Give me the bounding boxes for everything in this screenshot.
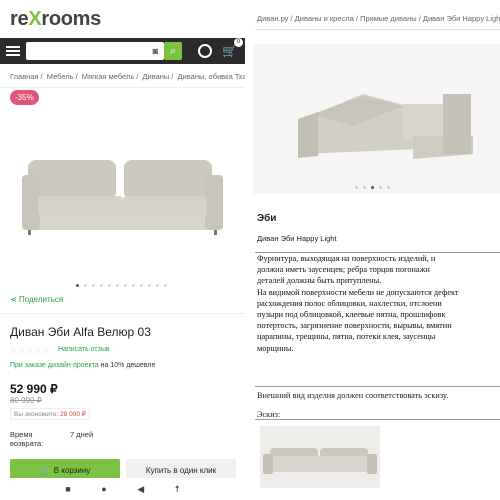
product-title: Диван Эби Alfa Велюр 03 (10, 325, 151, 339)
doc-breadcrumb: Диван.ру / Диваны и кресла / Прямые дива… (257, 14, 500, 23)
cart-count: 0 (233, 38, 243, 47)
breadcrumb-sofas[interactable]: Диваны (142, 72, 169, 81)
rexrooms-logo[interactable]: reXrooms (10, 8, 101, 31)
share-link[interactable]: ⋖ Поделиться (10, 295, 63, 304)
gallery-pager[interactable] (355, 186, 390, 189)
design-project-link[interactable]: При заказе дизайн-проекта (10, 362, 99, 369)
cart-icon[interactable]: 🛒 0 (222, 38, 243, 58)
user-icon[interactable] (198, 44, 212, 58)
appearance-note: Внешний вид изделия должен соответствова… (257, 391, 449, 400)
breadcrumb-fabric-sofas[interactable]: Диваны, обивка Ткань (177, 72, 245, 81)
image-pager-dot[interactable] (148, 284, 151, 287)
product-image[interactable] (20, 140, 225, 250)
savings-badge: Вы экономите: 28 000 ₽ (10, 408, 90, 420)
doc-title: Эби (257, 213, 277, 224)
gallery-image[interactable] (253, 44, 500, 194)
system-navbar: ■ ● ◀ ☨ (0, 478, 245, 500)
gallery-pager-dot[interactable] (355, 186, 358, 189)
image-pager-dot[interactable] (124, 284, 127, 287)
gallery-pager-dot[interactable] (379, 186, 382, 189)
image-pager-dot[interactable] (76, 284, 79, 287)
breadcrumb-soft-furniture[interactable]: Мягкая мебель (82, 72, 134, 81)
search-icon: ⌕ (169, 44, 177, 57)
write-review-link[interactable]: Написать отзыв (58, 346, 110, 353)
image-pager-dot[interactable] (84, 284, 87, 287)
design-promo: При заказе дизайн-проекта на 10% дешевле (10, 362, 156, 369)
search-button[interactable]: ⌕ (164, 42, 182, 60)
doc-subtitle: Диван Эби Happy Light (257, 234, 337, 243)
old-price: 80 990 ₽ (10, 396, 42, 405)
sketch-image (260, 426, 380, 488)
breadcrumb: Главная / Мебель / Мягкая мебель / Диваны / … (0, 64, 245, 81)
image-pager-dot[interactable] (132, 284, 135, 287)
accessibility-icon[interactable]: ☨ (175, 484, 180, 495)
doc-body: Фурнитура, выходящая на поверхность изде… (257, 254, 459, 353)
camera-icon[interactable]: ◙ (153, 46, 158, 56)
image-pager-dot[interactable] (100, 284, 103, 287)
image-pager-dot[interactable] (140, 284, 143, 287)
cart-icon: 🛒 (39, 465, 50, 475)
image-pager-dot[interactable] (92, 284, 95, 287)
stop-icon[interactable]: ■ (65, 484, 70, 494)
breadcrumb-furniture[interactable]: Мебель (47, 72, 74, 81)
sofa-angled-image (298, 94, 473, 159)
image-pager-dot[interactable] (164, 284, 167, 287)
breadcrumb-home[interactable]: Главная (10, 72, 39, 81)
return-value: 7 дней (70, 430, 94, 439)
image-pager-dot[interactable] (156, 284, 159, 287)
return-label: Время возврата: (10, 430, 44, 448)
share-icon: ⋖ (10, 295, 19, 304)
menu-icon[interactable] (6, 46, 20, 56)
mobile-product-page: reXrooms ◙ ⌕ 🛒 0 Главная / Мебель / Мягкая … (0, 0, 245, 500)
rating-stars[interactable]: ☆☆☆☆☆ (10, 346, 51, 355)
home-icon[interactable]: ● (101, 484, 106, 494)
current-price: 52 990 ₽ (10, 382, 58, 396)
search-bar: ◙ ⌕ 🛒 0 (0, 38, 245, 64)
sketch-label: Эскиз: (257, 410, 281, 419)
search-input[interactable]: ◙ (26, 42, 164, 60)
logo-bar: reXrooms (0, 0, 245, 38)
discount-badge: -35% (10, 90, 39, 105)
document-pane: Диван.ру / Диваны и кресла / Прямые дива… (245, 0, 500, 500)
image-pager[interactable] (76, 284, 167, 287)
image-pager-dot[interactable] (116, 284, 119, 287)
gallery-pager-dot[interactable] (363, 186, 366, 189)
image-pager-dot[interactable] (108, 284, 111, 287)
back-icon[interactable]: ◀ (137, 484, 144, 495)
gallery-pager-dot[interactable] (387, 186, 390, 189)
gallery-pager-dot[interactable] (371, 186, 374, 189)
